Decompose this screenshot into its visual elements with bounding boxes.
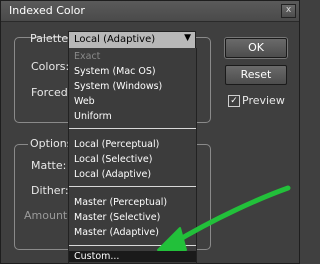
annotation-arrow-head	[157, 227, 187, 251]
annotation-arrow-shaft	[169, 185, 291, 247]
annotation-arrow-icon	[157, 185, 291, 251]
